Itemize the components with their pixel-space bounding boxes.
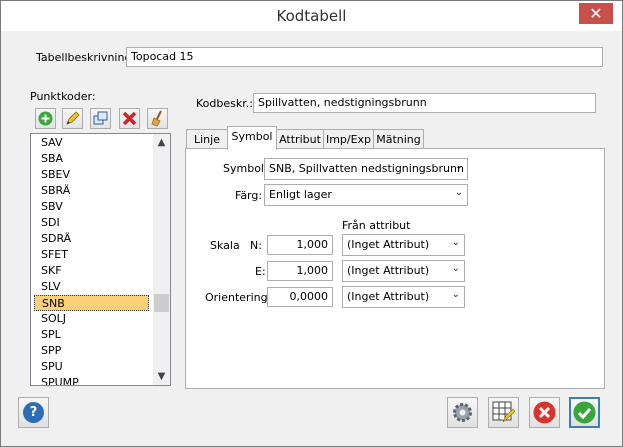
list-item[interactable]: SPP bbox=[41, 343, 61, 359]
add-icon bbox=[38, 111, 53, 126]
point-codes-label: Punktkoder: bbox=[30, 90, 96, 103]
chevron-down-icon: ⌄ bbox=[454, 187, 463, 198]
list-item[interactable]: SLV bbox=[41, 279, 60, 295]
grid-edit-button[interactable] bbox=[488, 397, 519, 428]
point-code-list[interactable]: SAV SBA SBEV SBRÄ SBV SDI SDRÄ SFET SKF … bbox=[30, 133, 171, 386]
orientation-label: Orientering: bbox=[205, 291, 272, 304]
delete-code-button[interactable] bbox=[119, 108, 140, 129]
copy-icon bbox=[93, 111, 108, 125]
title-bar[interactable]: Kodtabell ✕ bbox=[1, 1, 622, 31]
chevron-down-icon[interactable]: ▼ bbox=[153, 371, 170, 382]
list-item[interactable]: SBEV bbox=[41, 167, 70, 183]
cancel-icon bbox=[533, 401, 556, 424]
list-scrollbar[interactable]: ▲ ▼ bbox=[153, 134, 170, 385]
settings-button[interactable] bbox=[447, 397, 478, 428]
color-label: Färg: bbox=[235, 189, 263, 202]
table-description-label: Tabellbeskrivning: bbox=[36, 51, 136, 64]
tab-matning[interactable]: Mätning bbox=[373, 129, 424, 149]
tab-symbol[interactable]: Symbol bbox=[227, 126, 277, 150]
chevron-up-icon[interactable]: ▲ bbox=[153, 137, 170, 148]
symbol-label: Symbol: bbox=[223, 162, 268, 175]
tab-linje[interactable]: Linje bbox=[186, 129, 228, 149]
list-item[interactable]: SFET bbox=[41, 247, 68, 263]
symbol-select[interactable]: SNB, Spillvatten nedstigningsbrunn ⌄ bbox=[264, 158, 468, 180]
scale-n-attribute-select[interactable]: (Inget Attribut) ⌄ bbox=[342, 234, 465, 256]
scroll-thumb[interactable] bbox=[154, 294, 169, 312]
ok-icon bbox=[573, 401, 596, 424]
list-item[interactable]: SOLJ bbox=[41, 311, 66, 327]
list-item[interactable]: SPUMP bbox=[41, 375, 79, 385]
list-item[interactable]: SKF bbox=[41, 263, 62, 279]
list-item[interactable]: SDI bbox=[41, 215, 60, 231]
table-description-input[interactable]: Topocad 15 bbox=[126, 47, 603, 67]
close-button[interactable]: ✕ bbox=[579, 3, 613, 24]
cancel-button[interactable] bbox=[529, 397, 560, 428]
tab-attribut[interactable]: Attribut bbox=[276, 129, 324, 149]
list-item-selected[interactable]: SNB bbox=[34, 295, 149, 311]
orientation-input[interactable]: 0,0000 bbox=[267, 287, 333, 307]
help-button[interactable]: ? bbox=[18, 397, 49, 428]
scale-e-label: E: bbox=[255, 265, 266, 278]
copy-code-button[interactable] bbox=[90, 108, 111, 129]
list-item[interactable]: SAV bbox=[41, 135, 63, 151]
orientation-attribute-value: (Inget Attribut) bbox=[347, 290, 430, 303]
broom-icon bbox=[151, 110, 162, 127]
scale-n-attribute-value: (Inget Attribut) bbox=[347, 238, 430, 251]
close-icon: ✕ bbox=[589, 4, 603, 23]
scale-e-input[interactable]: 1,000 bbox=[267, 261, 333, 281]
from-attribute-label: Från attribut bbox=[342, 219, 411, 232]
chevron-down-icon: ⌄ bbox=[451, 237, 460, 248]
chevron-down-icon: ⌄ bbox=[451, 263, 460, 274]
edit-code-button[interactable] bbox=[62, 108, 83, 129]
scale-label: Skala bbox=[210, 239, 240, 252]
dialog-client: Tabellbeskrivning: Topocad 15 Punktkoder… bbox=[1, 31, 622, 446]
list-item[interactable]: SBA bbox=[41, 151, 63, 167]
settings-icon bbox=[453, 403, 472, 422]
list-item[interactable]: SPU bbox=[41, 359, 63, 375]
edit-icon bbox=[66, 111, 80, 125]
chevron-down-icon: ⌄ bbox=[451, 289, 460, 300]
scale-n-input[interactable]: 1,000 bbox=[267, 235, 333, 255]
list-item[interactable]: SPL bbox=[41, 327, 61, 343]
delete-icon bbox=[122, 111, 137, 126]
code-description-input[interactable]: Spillvatten, nedstigningsbrunn bbox=[253, 93, 596, 113]
list-item[interactable]: SBV bbox=[41, 199, 63, 215]
chevron-down-icon: ⌄ bbox=[454, 161, 463, 172]
orientation-attribute-select[interactable]: (Inget Attribut) ⌄ bbox=[342, 286, 465, 308]
clear-code-button[interactable] bbox=[147, 108, 168, 129]
window-title: Kodtabell bbox=[276, 7, 347, 25]
ok-button[interactable] bbox=[569, 397, 600, 428]
grid-edit-icon bbox=[492, 401, 516, 423]
scale-n-label: N: bbox=[250, 239, 262, 252]
help-icon: ? bbox=[23, 402, 44, 423]
list-item[interactable]: SDRÄ bbox=[41, 231, 71, 247]
scale-e-attribute-value: (Inget Attribut) bbox=[347, 264, 430, 277]
list-item[interactable]: SBRÄ bbox=[41, 183, 70, 199]
dialog-window: Kodtabell ✕ Tabellbeskrivning: Topocad 1… bbox=[0, 0, 623, 447]
color-select[interactable]: Enligt lager ⌄ bbox=[264, 184, 468, 206]
symbol-select-value: SNB, Spillvatten nedstigningsbrunn bbox=[269, 162, 464, 175]
color-select-value: Enligt lager bbox=[269, 188, 332, 201]
scale-e-attribute-select[interactable]: (Inget Attribut) ⌄ bbox=[342, 260, 465, 282]
symbol-panel: Symbol: SNB, Spillvatten nedstigningsbru… bbox=[185, 148, 605, 389]
tab-imp-exp[interactable]: Imp/Exp bbox=[323, 129, 374, 149]
code-description-label: Kodbeskr.: bbox=[196, 97, 253, 110]
add-code-button[interactable] bbox=[35, 108, 56, 129]
